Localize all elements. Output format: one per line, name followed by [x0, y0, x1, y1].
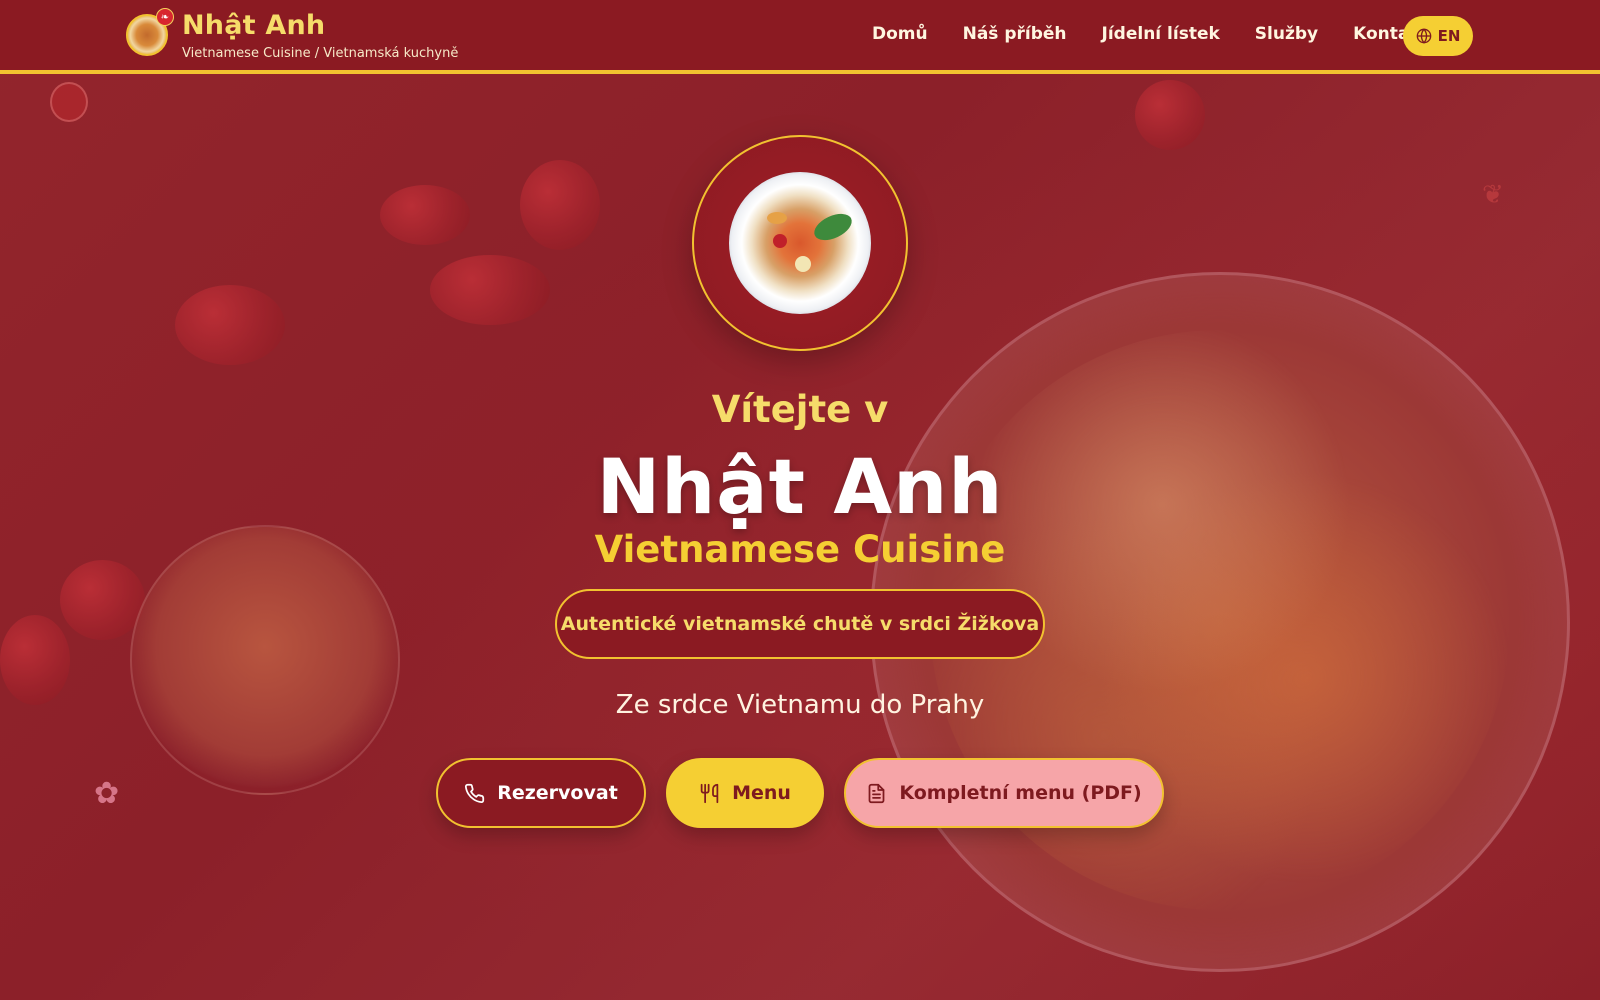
tomato-decoration: [60, 560, 145, 640]
hero-title: Nhật Anh: [596, 442, 1004, 531]
menu-button-label: Menu: [732, 782, 791, 804]
phone-icon: [465, 783, 485, 803]
nav-services[interactable]: Služby: [1255, 24, 1318, 44]
brand-subtitle: Vietnamese Cuisine / Vietnamská kuchyně: [182, 46, 459, 61]
reserve-button[interactable]: Rezervovat: [436, 758, 646, 828]
hero-subtitle: Vietnamese Cuisine: [594, 528, 1006, 571]
utensils-icon: [700, 783, 719, 803]
tomato-decoration: [1135, 80, 1205, 150]
full-menu-pdf-button[interactable]: Kompletní menu (PDF): [844, 758, 1164, 828]
tagline-pill: Autentické vietnamské chutě v srdci Žižk…: [555, 589, 1045, 659]
tomato-decoration: [430, 255, 550, 325]
nav-our-story[interactable]: Náš příběh: [963, 24, 1067, 44]
brand-name[interactable]: Nhật Anh: [182, 10, 325, 41]
language-label: EN: [1437, 27, 1461, 45]
document-icon: [868, 783, 885, 803]
nav-home[interactable]: Domů: [872, 24, 928, 44]
lantern-icon: [50, 82, 88, 122]
menu-button[interactable]: Menu: [666, 758, 824, 828]
hero-tagline: Ze srdce Vietnamu do Prahy: [615, 690, 985, 720]
tomato-decoration: [520, 160, 600, 250]
tomato-decoration: [380, 185, 470, 245]
nav-menu[interactable]: Jídelní lístek: [1102, 24, 1220, 44]
reserve-button-label: Rezervovat: [497, 782, 618, 804]
main-nav: Domů Náš příběh Jídelní lístek Služby Ko…: [872, 24, 1464, 44]
flower-icon: ✿: [94, 776, 120, 811]
leaf-icon: ❦: [1482, 180, 1504, 210]
pho-bowl-icon: [729, 172, 871, 314]
leaf-icon: ❧: [156, 8, 174, 26]
globe-icon: [1416, 28, 1431, 44]
site-header: ❧ Nhật Anh Vietnamese Cuisine / Vietnams…: [0, 0, 1600, 74]
language-switch-button[interactable]: EN: [1403, 16, 1473, 56]
welcome-text: Vítejte v: [711, 388, 889, 431]
tomato-decoration: [175, 285, 285, 365]
tagline-pill-text: Autentické vietnamské chutě v srdci Žižk…: [560, 613, 1040, 635]
full-menu-pdf-label: Kompletní menu (PDF): [899, 782, 1142, 804]
emblem: [692, 135, 908, 351]
logo[interactable]: ❧: [126, 8, 174, 56]
